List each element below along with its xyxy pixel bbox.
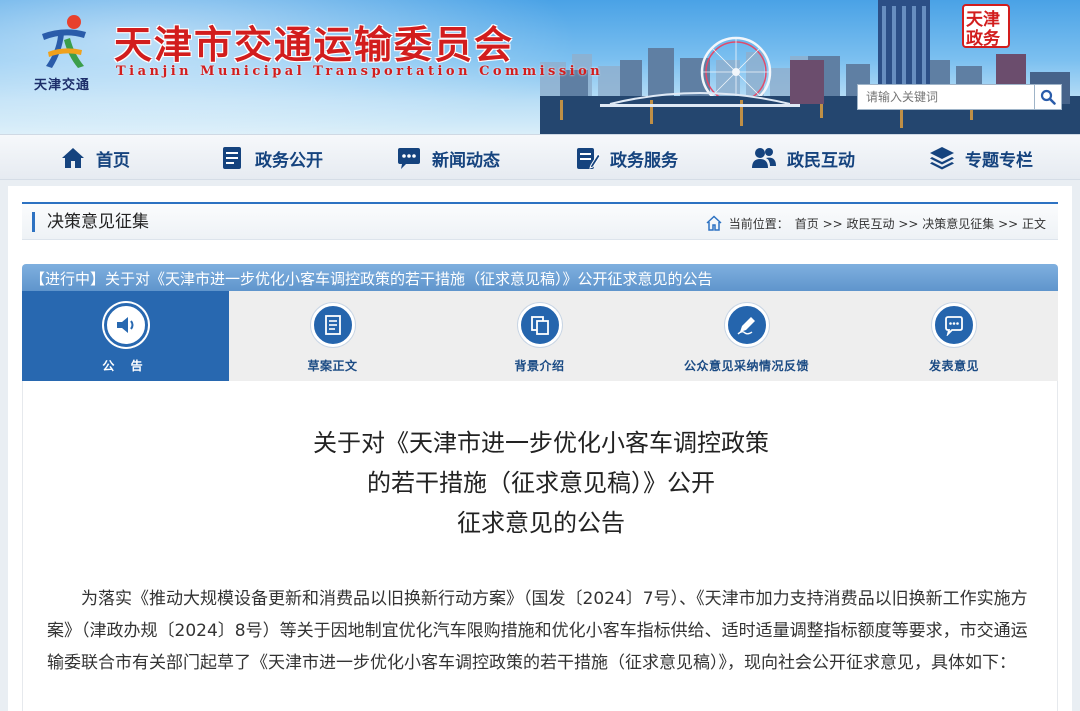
pen-icon <box>737 317 755 335</box>
home-icon <box>62 148 84 168</box>
document-title-line: 征求意见的公告 <box>457 509 625 537</box>
nav-label: 新闻动态 <box>432 150 500 171</box>
notice-status: 【进行中】 <box>30 270 106 288</box>
home-outline-icon <box>706 215 722 231</box>
nav-item-gov-services[interactable]: 政务服务 <box>574 135 678 181</box>
copy-icon <box>530 316 549 335</box>
commission-logo <box>42 15 86 68</box>
location-label: 当前位置： <box>728 216 789 231</box>
breadcrumb-path[interactable]: 首页 >> 政民互动 >> 决策意见征集 >> 正文 <box>795 215 1046 232</box>
section-title: 决策意见征集 <box>32 212 149 232</box>
site-title[interactable]: 天津市交通运输委员会 <box>114 14 514 69</box>
document-title: 关于对《天津市进一步优化小客车调控政策 的若干措施（征求意见稿）》公开 征求意见… <box>23 423 1059 543</box>
svg-text:政务: 政务 <box>966 28 1001 48</box>
document-body: 关于对《天津市进一步优化小客车调控政策 的若干措施（征求意见稿）》公开 征求意见… <box>22 381 1058 711</box>
document-title-line: 的若干措施（征求意见稿）》公开 <box>367 469 715 497</box>
section-header: 决策意见征集 当前位置： 首页 >> 政民互动 >> 决策意见征集 >> 正文 <box>22 202 1058 240</box>
nav-label: 政务公开 <box>255 150 323 171</box>
search-input[interactable] <box>857 84 1035 110</box>
document-title-line: 关于对《天津市进一步优化小客车调控政策 <box>313 429 769 457</box>
tab-icon-circle <box>103 303 148 347</box>
tab-feedback[interactable]: 公众意见采纳情况反馈 <box>643 291 850 381</box>
breadcrumb: 当前位置： 首页 >> 政民互动 >> 决策意见征集 >> 正文 <box>705 214 1046 232</box>
tab-announcement[interactable]: 公 告 <box>22 291 229 381</box>
site-subtitle: Tianjin Municipal Transportation Commiss… <box>116 64 604 79</box>
logo-caption: 天津交通 <box>34 78 91 93</box>
notice-bar: 【进行中】关于对《天津市进一步优化小客车调控政策的若干措施（征求意见稿）》公开征… <box>22 264 1058 291</box>
tab-label: 背景介绍 <box>514 359 565 373</box>
nav-label: 首页 <box>96 150 130 171</box>
tab-icon-circle <box>932 303 976 347</box>
document-icon <box>223 147 241 169</box>
tianjin-government-seal: 天津 政务 <box>962 4 1010 48</box>
tab-icon-circle <box>517 303 562 347</box>
nav-label: 政务服务 <box>610 150 678 171</box>
comment-icon <box>945 316 963 336</box>
content-card: 决策意见征集 当前位置： 首页 >> 政民互动 >> 决策意见征集 >> 正文 … <box>8 186 1072 711</box>
tab-label: 草案正文 <box>307 359 358 373</box>
nav-label: 专题专栏 <box>965 150 1033 171</box>
nav-label: 政民互动 <box>787 150 855 171</box>
notice-title: 【进行中】关于对《天津市进一步优化小客车调控政策的若干措施（征求意见稿）》公开征… <box>30 268 713 289</box>
tab-submit-opinion[interactable]: 发表意见 <box>850 291 1058 381</box>
tab-draft-text[interactable]: 草案正文 <box>229 291 436 381</box>
nav-item-interaction[interactable]: 政民互动 <box>751 135 855 181</box>
users-icon <box>752 148 776 168</box>
search-box <box>857 84 1062 110</box>
nav-item-gov-affairs-open[interactable]: 政务公开 <box>219 135 323 181</box>
chat-icon <box>398 148 420 169</box>
tab-label: 公众意见采纳情况反馈 <box>683 359 809 373</box>
nav-item-home[interactable]: 首页 <box>60 135 130 181</box>
tab-background[interactable]: 背景介绍 <box>436 291 643 381</box>
tab-label: 发表意见 <box>928 359 979 373</box>
svg-text:天津: 天津 <box>966 9 1000 30</box>
tab-icon-circle <box>724 303 769 347</box>
search-icon <box>1040 89 1056 105</box>
clipboard-icon <box>577 148 600 169</box>
draft-icon <box>324 315 341 335</box>
nav-item-news[interactable]: 新闻动态 <box>396 135 500 181</box>
speaker-icon <box>116 317 133 333</box>
search-button[interactable] <box>1035 84 1062 110</box>
header-banner: 天津交通 天津市交通运输委员会 Tianjin Municipal Transp… <box>0 0 1080 134</box>
nav-item-special-topics[interactable]: 专题专栏 <box>929 135 1033 181</box>
layers-icon <box>930 147 954 170</box>
tab-label: 公 告 <box>102 359 149 373</box>
tab-icon-circle <box>310 303 355 347</box>
notice-tabs: 公 告 草案正文 背景介绍 公众意见采纳情况反馈 发表意见 <box>22 291 1058 381</box>
document-paragraph: 为落实《推动大规模设备更新和消费品以旧换新行动方案》（国发〔2024〕7号）、《… <box>47 589 1028 673</box>
main-nav: 首页 政务公开 新闻动态 政务服务 政民互动 专题专栏 <box>0 134 1080 180</box>
notice-text: 关于对《天津市进一步优化小客车调控政策的若干措施（征求意见稿）》公开征求意见的公… <box>105 270 713 288</box>
